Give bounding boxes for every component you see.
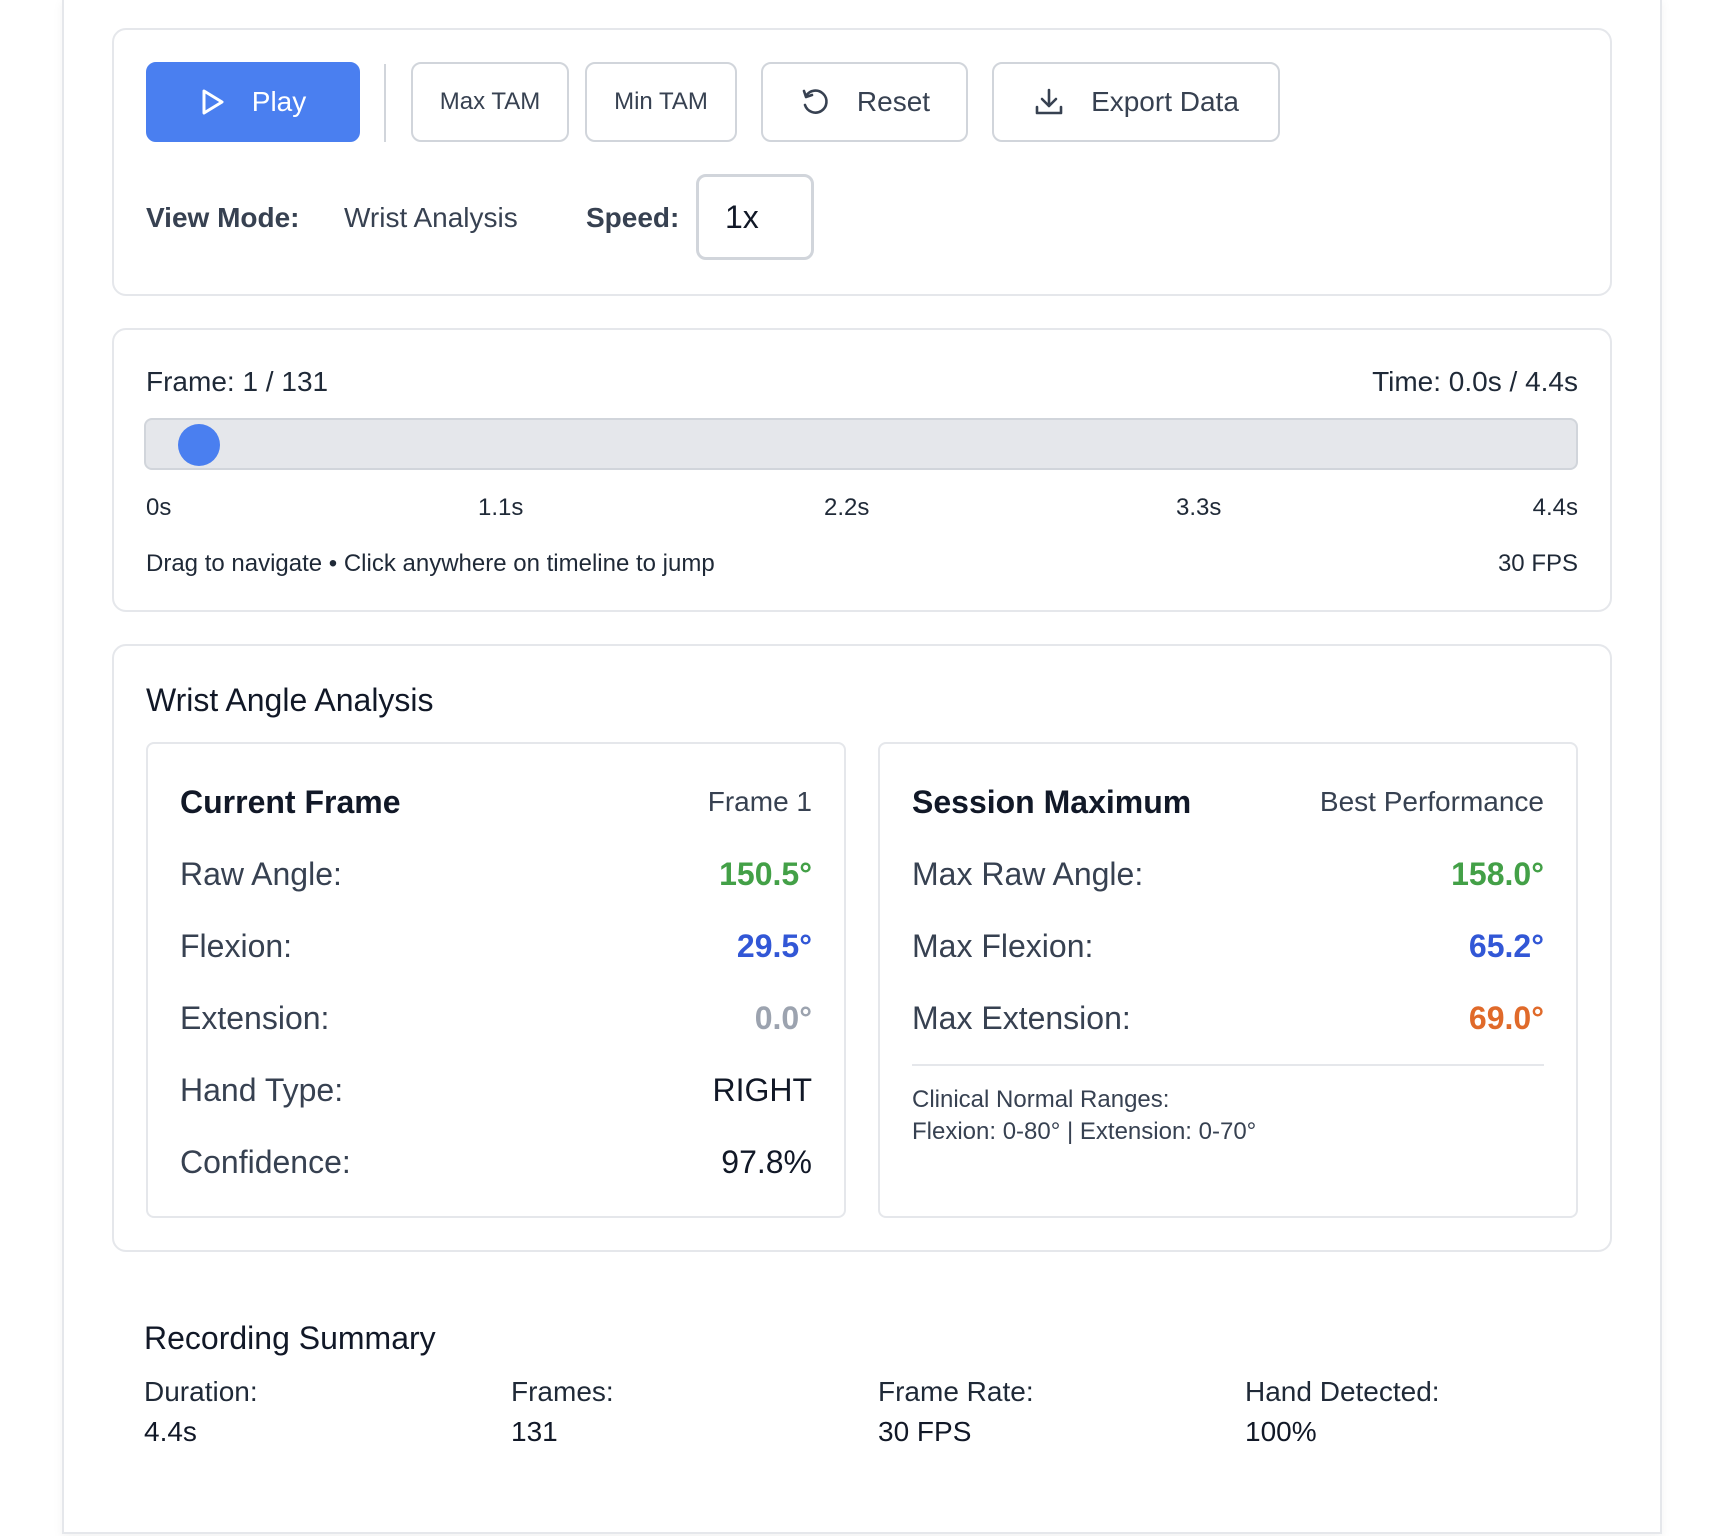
play-icon [200,88,226,116]
session-maximum-title: Session Maximum [912,784,1192,820]
frame-rate-label: Frame Rate: [878,1376,1034,1407]
analysis-title: Wrist Angle Analysis [146,682,434,718]
hand-type-value: RIGHT [712,1072,812,1108]
flexion-value: 29.5° [736,928,812,964]
view-mode-label: View Mode: [146,202,300,233]
max-extension-label: Max Extension: [912,1000,1131,1036]
recording-summary-title: Recording Summary [144,1320,436,1356]
hand-type-label: Hand Type: [180,1072,344,1108]
max-tam-label: Max TAM [439,88,541,115]
speed-value: 1x [725,198,759,235]
export-data-button[interactable]: Export Data [992,62,1280,142]
tick-label: 4.4s [1532,494,1578,521]
max-flexion-value: 65.2° [1468,928,1544,964]
session-maximum-subtitle: Best Performance [1319,786,1544,817]
clinical-ranges-title: Clinical Normal Ranges: [912,1086,1170,1113]
duration-label: Duration: [144,1376,258,1407]
view-mode-value[interactable]: Wrist Analysis [344,202,518,234]
play-button[interactable]: Play [146,62,360,142]
max-extension-value: 69.0° [1468,1000,1544,1036]
reset-label: Reset [856,86,931,117]
max-tam-button[interactable]: Max TAM [411,62,569,142]
max-flexion-label: Max Flexion: [912,928,1094,964]
clinical-ranges-text: Flexion: 0-80° | Extension: 0-70° [912,1118,1257,1145]
timeline-track[interactable] [144,418,1578,470]
current-frame-title: Current Frame [180,784,401,820]
tick-label: 2.2s [824,494,870,521]
flexion-label: Flexion: [180,928,293,964]
frames-label: Frames: [511,1376,614,1407]
toolbar-divider [384,64,386,142]
max-raw-angle-value: 158.0° [1451,856,1544,892]
tick-label: 3.3s [1176,494,1222,521]
export-data-label: Export Data [1091,86,1239,117]
confidence-label: Confidence: [180,1144,351,1180]
raw-angle-value: 150.5° [719,856,812,892]
fps-label: 30 FPS [1497,550,1578,577]
extension-label: Extension: [180,1000,330,1036]
frame-rate-value: 30 FPS [878,1416,972,1447]
tick-label: 1.1s [478,494,524,521]
frames-value: 131 [511,1416,558,1447]
download-icon [1033,86,1065,118]
speed-label: Speed: [586,202,680,233]
play-label: Play [251,86,307,117]
max-raw-angle-label: Max Raw Angle: [912,856,1144,892]
timeline-thumb[interactable] [178,424,220,466]
timeline-hint: Drag to navigate • Click anywhere on tim… [146,550,715,577]
duration-value: 4.4s [144,1416,197,1447]
min-tam-label: Min TAM [614,88,708,115]
raw-angle-label: Raw Angle: [180,856,342,892]
reset-icon [799,86,831,118]
speed-select[interactable]: 1x [696,174,814,260]
frame-counter: Frame: 1 / 131 [146,366,329,397]
time-counter: Time: 0.0s / 4.4s [1372,366,1578,397]
reset-button[interactable]: Reset [761,62,968,142]
confidence-value: 97.8% [721,1144,812,1180]
tick-label: 0s [146,494,172,521]
extension-value: 0.0° [754,1000,812,1036]
hand-detected-value: 100% [1245,1416,1317,1447]
ranges-divider [912,1064,1544,1066]
hand-detected-label: Hand Detected: [1245,1376,1440,1407]
min-tam-button[interactable]: Min TAM [585,62,737,142]
current-frame-subtitle: Frame 1 [707,786,812,817]
